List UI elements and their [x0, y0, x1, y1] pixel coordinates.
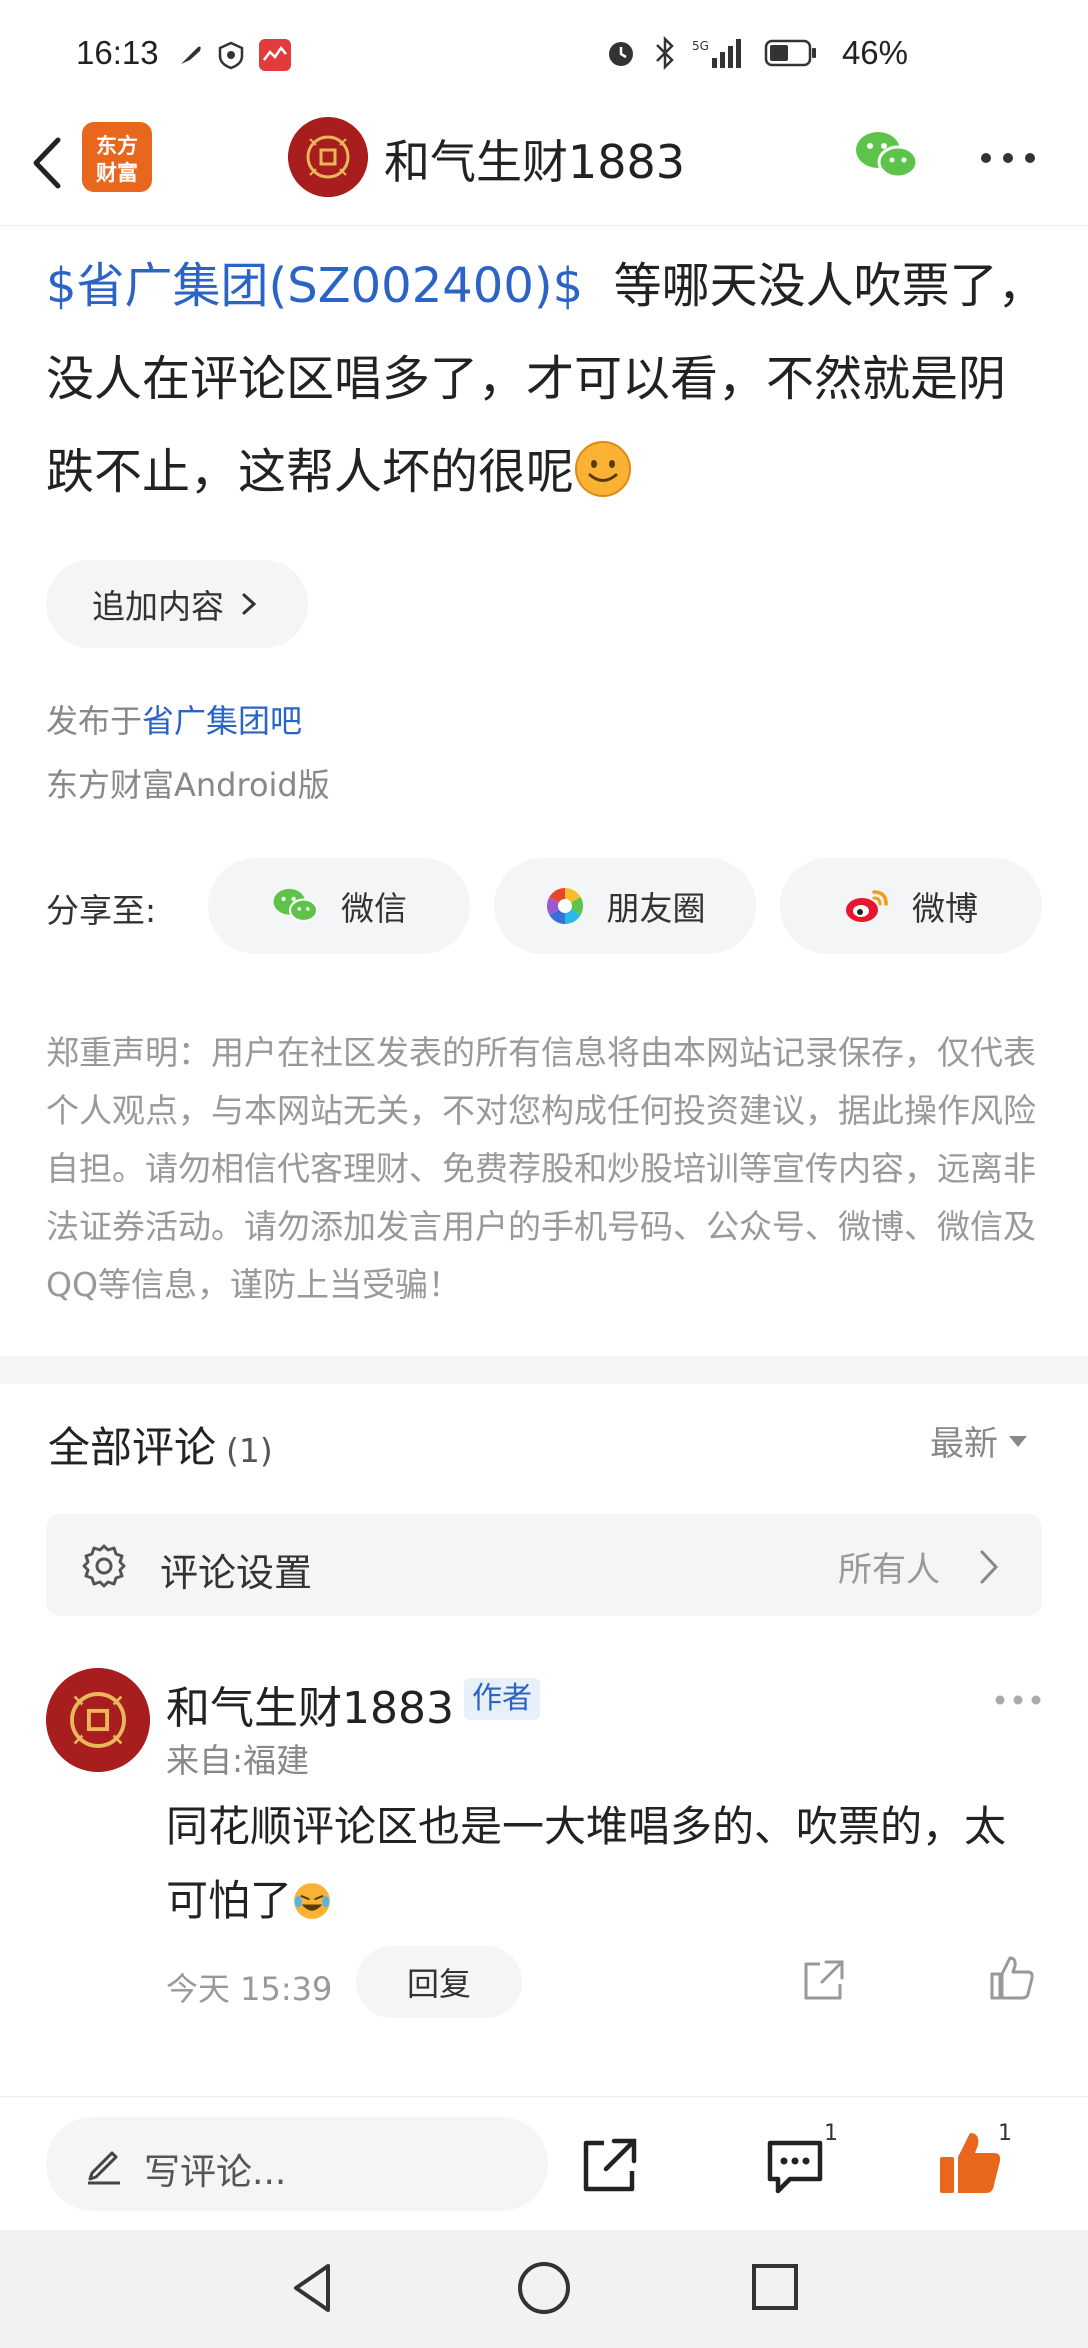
caret-down-icon — [1009, 1435, 1027, 1447]
reply-button[interactable]: 回复 — [356, 1946, 522, 2018]
wechat-icon — [273, 888, 319, 923]
comment-settings-row[interactable]: 评论设置 所有人 — [46, 1514, 1042, 1616]
more-options-icon[interactable] — [980, 152, 1036, 164]
svg-text:5G: 5G — [692, 39, 709, 53]
comment-time: 今天 15:39 — [166, 1970, 333, 2008]
alarm-icon — [609, 42, 633, 66]
write-comment-input[interactable]: 写评论... — [46, 2117, 548, 2211]
system-nav-bar — [0, 2230, 1088, 2348]
sort-label: 最新 — [930, 1424, 998, 1464]
smile-emoji-icon — [575, 441, 632, 497]
chevron-right-icon — [242, 593, 257, 615]
author-avatar[interactable] — [288, 117, 368, 197]
battery-icon — [764, 39, 816, 67]
append-content-label: 追加内容 — [92, 587, 224, 626]
system-back-icon[interactable] — [288, 2260, 338, 2316]
chevron-right-icon — [980, 1550, 999, 1584]
comments-title: 全部评论 — [48, 1423, 217, 1472]
wechat-share-icon[interactable] — [854, 128, 918, 184]
share-weibo-label: 微博 — [912, 889, 978, 928]
system-home-icon[interactable] — [516, 2260, 572, 2316]
status-bar: 16:13 5G 46% — [0, 0, 1088, 108]
published-prefix: 发布于 — [46, 702, 143, 740]
comment-share-icon[interactable] — [800, 1958, 846, 2004]
logo-text-line1: 东方 — [96, 134, 138, 158]
disclaimer-text: 郑重声明：用户在社区发表的所有信息将由本网站记录保存，仅代表个人观点，与本网站无… — [46, 1033, 1036, 1304]
laugh-cry-emoji-icon — [294, 1883, 330, 1919]
share-weibo-button[interactable]: 微博 — [780, 858, 1042, 954]
forum-link[interactable]: 省广集团吧 — [142, 702, 302, 740]
comments-header: 全部评论 (1) — [48, 1414, 273, 1475]
nav-title[interactable]: 和气生财1883 — [384, 126, 685, 192]
comment-text: 同花顺评论区也是一大堆唱多的、吹票的，太可怕了 — [166, 1790, 1046, 1938]
like-count-badge: 1 — [998, 2121, 1012, 2146]
system-recents-icon[interactable] — [750, 2262, 800, 2312]
bluetooth-icon — [656, 36, 674, 70]
gear-icon — [82, 1544, 126, 1588]
status-system-icons: 5G — [604, 36, 818, 70]
post-body: $省广集团(SZ002400)$ 等哪天没人吹票了，没人在评论区唱多了，才可以看… — [46, 240, 1046, 519]
comment-author-avatar[interactable] — [46, 1668, 150, 1772]
published-in: 发布于省广集团吧 — [46, 696, 302, 742]
comment-location: 来自:福建 — [166, 1741, 310, 1780]
comment-settings-value: 所有人 — [838, 1550, 940, 1590]
shield-notification-icon — [218, 41, 244, 70]
author-badge: 作者 — [464, 1678, 540, 1720]
sort-dropdown[interactable]: 最新 — [930, 1416, 1028, 1465]
status-time: 16:13 — [76, 34, 159, 71]
back-arrow-icon[interactable] — [22, 128, 72, 198]
comment-more-icon[interactable] — [994, 1694, 1042, 1706]
comment-settings-label: 评论设置 — [160, 1551, 313, 1595]
comment-count-badge: 1 — [824, 2121, 838, 2146]
share-icon[interactable] — [578, 2135, 640, 2197]
pen-icon — [88, 2151, 120, 2185]
feather-notification-icon — [181, 46, 201, 64]
comment-bubble-icon[interactable] — [764, 2135, 826, 2197]
comments-count: (1) — [226, 1431, 273, 1470]
share-wechat-label: 微信 — [341, 889, 407, 928]
comment-like-icon[interactable] — [988, 1954, 1036, 2002]
reply-label: 回复 — [406, 1965, 471, 2003]
logo-text-line2: 财富 — [96, 161, 138, 185]
signal-5g-icon: 5G — [692, 39, 741, 68]
moments-icon — [546, 888, 583, 924]
share-wechat-button[interactable]: 微信 — [208, 858, 470, 954]
app-logo[interactable]: 东方 财富 — [82, 122, 152, 192]
client-info: 东方财富Android版 — [46, 766, 330, 804]
weibo-icon — [846, 890, 888, 922]
share-moments-button[interactable]: 朋友圈 — [494, 858, 756, 954]
comment-author-name[interactable]: 和气生财1883 — [166, 1672, 454, 1736]
app-notification-icon — [259, 39, 291, 71]
append-content-button[interactable]: 追加内容 — [46, 560, 308, 648]
share-moments-label: 朋友圈 — [606, 889, 706, 928]
battery-percent: 46% — [841, 34, 908, 71]
status-notification-icons — [178, 38, 292, 72]
like-thumb-icon[interactable] — [938, 2129, 1002, 2195]
stock-link[interactable]: $省广集团(SZ002400)$ — [46, 258, 583, 314]
share-label: 分享至: — [46, 891, 157, 930]
write-comment-placeholder: 写评论... — [144, 2152, 287, 2193]
bottom-action-bar: 写评论... 1 1 — [0, 2096, 1088, 2230]
section-divider — [0, 1356, 1088, 1384]
